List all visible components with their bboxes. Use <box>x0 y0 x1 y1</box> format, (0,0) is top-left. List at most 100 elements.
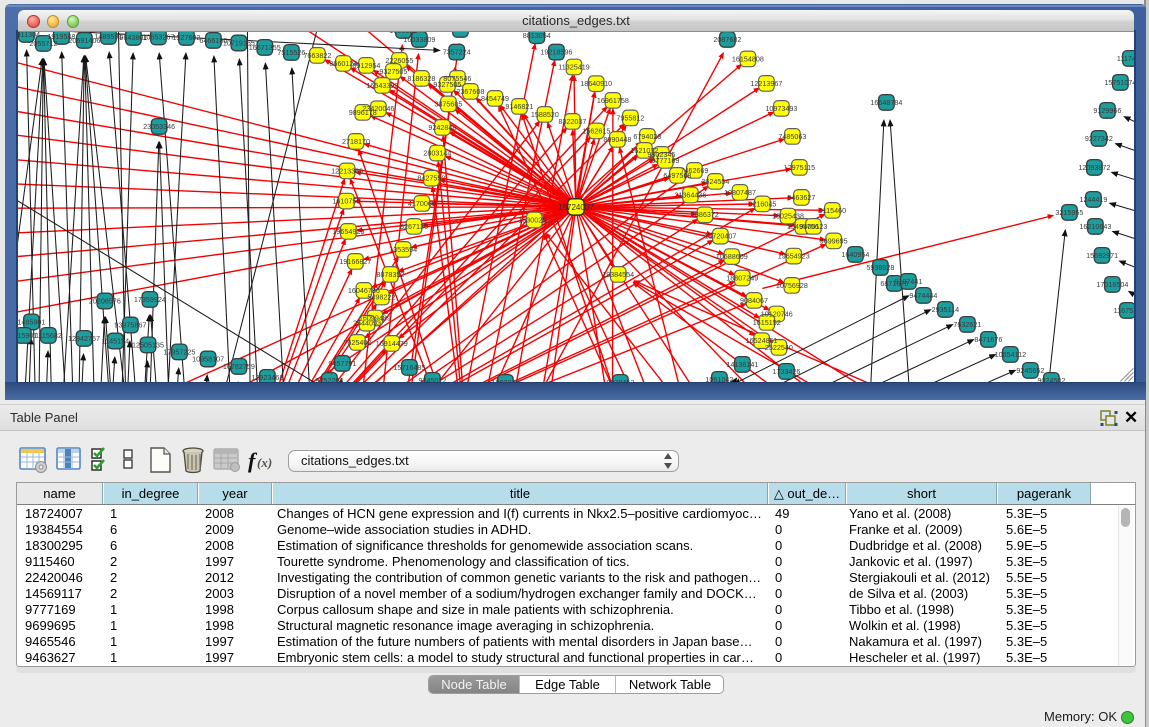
svg-text:17016504: 17016504 <box>1096 279 1128 288</box>
svg-text:2544093: 2544093 <box>353 318 381 327</box>
svg-text:10807487: 10807487 <box>724 187 756 196</box>
svg-text:12213369: 12213369 <box>331 166 363 175</box>
svg-text:19166827: 19166827 <box>339 256 371 265</box>
svg-text:3875685: 3875685 <box>434 99 462 108</box>
svg-text:6216045: 6216045 <box>748 199 776 208</box>
svg-text:(x): (x) <box>257 455 272 470</box>
svg-text:15692971: 15692971 <box>1086 250 1118 259</box>
svg-text:19654925: 19654925 <box>332 226 364 235</box>
svg-text:7632621: 7632621 <box>953 319 981 328</box>
svg-text:7955812: 7955812 <box>616 113 644 122</box>
svg-text:19654923: 19654923 <box>777 251 809 260</box>
svg-text:11325419: 11325419 <box>558 62 589 71</box>
svg-text:8427552: 8427552 <box>417 173 445 182</box>
svg-text:5938928: 5938928 <box>866 262 894 271</box>
svg-text:17359924: 17359924 <box>134 294 166 303</box>
svg-text:9245652: 9245652 <box>1016 365 1044 374</box>
svg-text:18807249: 18807249 <box>726 273 758 282</box>
svg-text:15720407: 15720407 <box>704 231 736 240</box>
svg-text:1117404: 1117404 <box>1117 53 1135 62</box>
svg-text:1202348: 1202348 <box>491 377 519 382</box>
svg-text:5498222: 5498222 <box>367 292 395 301</box>
svg-text:3624554: 3624554 <box>701 176 729 185</box>
svg-text:7485063: 7485063 <box>778 131 806 140</box>
svg-text:1353594: 1353594 <box>389 244 417 253</box>
svg-text:16671355: 16671355 <box>248 42 280 51</box>
svg-text:9115460: 9115460 <box>818 205 845 214</box>
svg-text:9400123: 9400123 <box>799 221 827 230</box>
svg-text:9777169: 9777169 <box>651 155 679 164</box>
svg-text:9129966: 9129966 <box>1093 105 1121 114</box>
svg-text:2226055: 2226055 <box>385 55 413 64</box>
svg-text:16914479: 16914479 <box>375 338 407 347</box>
svg-text:12505135: 12505135 <box>132 340 164 349</box>
svg-text:8878352: 8878352 <box>376 269 404 278</box>
svg-text:1145194: 1145194 <box>101 336 128 345</box>
svg-text:1640954: 1640954 <box>841 249 869 258</box>
svg-text:9752204: 9752204 <box>315 375 343 382</box>
svg-text:1615152: 1615152 <box>752 317 780 326</box>
svg-text:15751074: 15751074 <box>1104 77 1134 86</box>
svg-text:9474444: 9474444 <box>909 290 937 299</box>
svg-text:10653267: 10653267 <box>142 32 174 41</box>
svg-text:21364436: 21364436 <box>674 190 706 199</box>
svg-text:15300293: 15300293 <box>518 215 550 224</box>
svg-text:1610755: 1610755 <box>332 196 360 205</box>
svg-text:2087682: 2087682 <box>713 34 741 43</box>
svg-text:23053346: 23053346 <box>143 121 175 130</box>
svg-text:19384554: 19384554 <box>602 269 634 278</box>
svg-text:10025438: 10025438 <box>772 211 804 220</box>
svg-text:7515526: 7515526 <box>277 47 305 56</box>
svg-text:2803144: 2803144 <box>423 148 451 157</box>
svg-text:9227342: 9227342 <box>1084 133 1112 142</box>
svg-text:9327505: 9327505 <box>379 66 407 75</box>
svg-text:2935114: 2935114 <box>931 304 958 313</box>
svg-text:8813054: 8813054 <box>522 32 550 40</box>
svg-text:1167534: 1167534 <box>1113 305 1134 314</box>
svg-text:1485901: 1485901 <box>18 317 45 326</box>
svg-text:18640910: 18640910 <box>580 79 612 88</box>
svg-text:9242848: 9242848 <box>428 122 456 131</box>
svg-text:16782759: 16782759 <box>223 361 255 370</box>
svg-text:3215955: 3215955 <box>1055 207 1083 216</box>
svg-text:12975115: 12975115 <box>783 162 814 171</box>
svg-text:7886372: 7886372 <box>690 210 718 219</box>
svg-text:15716485: 15716485 <box>393 362 425 371</box>
svg-text:9457791: 9457791 <box>328 358 356 367</box>
svg-text:6497568: 6497568 <box>663 170 691 179</box>
svg-text:19218596: 19218596 <box>540 47 572 56</box>
svg-text:93975867: 93975867 <box>114 320 146 329</box>
svg-text:1061042: 1061042 <box>705 374 733 382</box>
svg-text:2522540: 2522540 <box>764 342 792 351</box>
svg-text:17957225: 17957225 <box>163 347 195 356</box>
svg-text:12093872: 12093872 <box>1078 162 1110 171</box>
svg-text:1588520: 1588520 <box>531 109 559 118</box>
svg-text:2718170: 2718170 <box>342 136 370 145</box>
svg-text:1115682: 1115682 <box>35 330 62 339</box>
svg-text:16961758: 16961758 <box>596 95 628 104</box>
svg-text:1733426: 1733426 <box>772 366 800 375</box>
svg-text:12213967: 12213967 <box>750 78 782 87</box>
svg-text:9699695: 9699695 <box>819 236 847 245</box>
svg-text:8186328: 8186328 <box>407 73 435 82</box>
svg-text:10688609: 10688609 <box>715 252 747 261</box>
svg-text:9896178: 9896178 <box>348 107 376 116</box>
svg-text:10654112: 10654112 <box>994 349 1025 358</box>
svg-text:9146821: 9146821 <box>505 101 533 110</box>
svg-text:6794028: 6794028 <box>633 131 661 140</box>
svg-text:8912954: 8912954 <box>352 60 380 69</box>
svg-text:20206576: 20206576 <box>89 296 121 305</box>
svg-text:4170068: 4170068 <box>408 198 436 207</box>
svg-text:1244419: 1244419 <box>1079 194 1107 203</box>
svg-text:9245012: 9245012 <box>418 375 446 382</box>
svg-text:9024502: 9024502 <box>1037 375 1065 382</box>
svg-text:8990448: 8990448 <box>603 134 631 143</box>
svg-text:8471676: 8471676 <box>974 334 1002 343</box>
svg-text:1358113: 1358113 <box>446 32 473 34</box>
svg-text:18724007: 18724007 <box>558 202 594 211</box>
svg-text:9197441: 9197441 <box>894 276 922 285</box>
svg-text:10958107: 10958107 <box>192 354 224 363</box>
svg-text:7663822: 7663822 <box>303 50 331 59</box>
svg-text:12923468: 12923468 <box>251 372 283 381</box>
svg-text:1489591: 1489591 <box>94 32 122 41</box>
